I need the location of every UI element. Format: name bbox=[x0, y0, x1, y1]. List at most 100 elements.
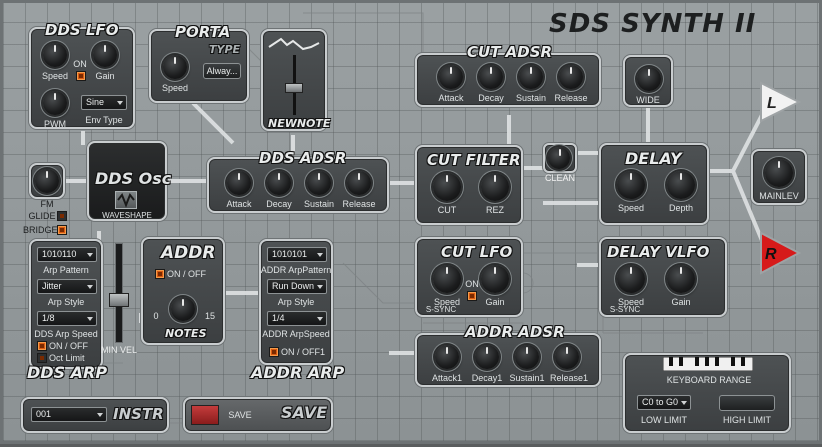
dds-lfo-title: DDS LFO bbox=[45, 21, 119, 39]
wide-label: WIDE bbox=[636, 95, 660, 105]
instr-select[interactable]: 001 bbox=[31, 407, 107, 422]
env-type-label: Env Type bbox=[85, 115, 123, 125]
cut-decay-label: Decay bbox=[478, 93, 504, 103]
addr-style-label: Arp Style bbox=[277, 297, 315, 307]
addr-pattern-select[interactable]: 1010101 bbox=[267, 247, 327, 262]
cut-lfo-gain-label: Gain bbox=[485, 297, 505, 307]
dds-arp-panel: 1010110 Arp Pattern Jitter Arp Style 1/8… bbox=[29, 239, 103, 369]
addr-arp-on-label: ON / OFF1 bbox=[281, 347, 326, 357]
delay-vlfo-gain-label: Gain bbox=[671, 297, 691, 307]
min-vel-fader-handle[interactable] bbox=[109, 293, 129, 307]
synth-window: SDS SYNTH II DDS LFO Speed ON Gain PWM S… bbox=[0, 0, 822, 444]
dds-sustain-knob[interactable] bbox=[307, 171, 331, 195]
mainlev-knob[interactable] bbox=[765, 159, 793, 187]
cut-lfo-speed-knob[interactable] bbox=[433, 265, 461, 293]
dds-release-knob[interactable] bbox=[347, 171, 371, 195]
cut-lfo-on-label: ON bbox=[465, 279, 479, 289]
cut-sustain-label: Sustain bbox=[515, 93, 547, 103]
oct-limit-label: Oct Limit bbox=[49, 353, 85, 363]
glide-toggle[interactable] bbox=[57, 211, 67, 221]
high-limit-select[interactable] bbox=[719, 395, 775, 411]
keyboard-range-panel: KEYBOARD RANGE C0 to G0 LOW LIMIT HIGH L… bbox=[623, 353, 791, 433]
addr-style-select[interactable]: Run Down bbox=[267, 279, 327, 294]
clean-knob[interactable] bbox=[548, 147, 570, 169]
svg-text:L: L bbox=[767, 95, 777, 112]
newnote-panel: NEWNOTE bbox=[261, 29, 330, 131]
arp-speed-select[interactable]: 1/8 bbox=[37, 311, 97, 326]
addr-sustain-knob[interactable] bbox=[515, 345, 539, 369]
waveshape-label: WAVESHAPE bbox=[102, 211, 152, 220]
delay-depth-label: Depth bbox=[668, 203, 694, 213]
app-title: SDS SYNTH II bbox=[549, 9, 757, 39]
addr-sustain-label: Sustain1 bbox=[509, 373, 545, 383]
arp-style-select[interactable]: Jitter bbox=[37, 279, 97, 294]
clean-panel bbox=[543, 143, 577, 173]
addr-panel: ADDR ON / OFF 0 15 NOTES bbox=[141, 237, 225, 345]
cut-release-label: Release bbox=[554, 93, 588, 103]
addr-release-label: Release1 bbox=[549, 373, 589, 383]
addr-title: ADDR bbox=[161, 243, 216, 263]
porta-type-button[interactable]: Alway... bbox=[203, 63, 241, 79]
instr-title: INSTR bbox=[113, 405, 164, 423]
addr-attack-knob[interactable] bbox=[435, 345, 459, 369]
bridge-toggle[interactable] bbox=[57, 225, 67, 235]
low-limit-select[interactable]: C0 to G0 bbox=[637, 395, 691, 410]
delay-vlfo-title: DELAY VLFO bbox=[607, 243, 710, 261]
dds-lfo-speed-knob[interactable] bbox=[43, 43, 67, 67]
dds-decay-knob[interactable] bbox=[267, 171, 291, 195]
cut-attack-knob[interactable] bbox=[439, 65, 463, 89]
porta-type-title: TYPE bbox=[209, 43, 241, 56]
dds-lfo-pwm-knob[interactable] bbox=[43, 91, 67, 115]
delay-depth-knob[interactable] bbox=[667, 171, 695, 199]
delay-panel: DELAY Speed Depth bbox=[599, 143, 709, 225]
delay-vlfo-speed-knob[interactable] bbox=[617, 265, 645, 293]
fm-panel bbox=[29, 163, 65, 199]
addr-notes-knob[interactable] bbox=[171, 297, 195, 321]
high-limit-label: HIGH LIMIT bbox=[722, 415, 771, 425]
cut-knob[interactable] bbox=[433, 173, 461, 201]
waveshape-selector[interactable] bbox=[115, 191, 137, 209]
delay-speed-label: Speed bbox=[617, 203, 645, 213]
cut-decay-knob[interactable] bbox=[479, 65, 503, 89]
cut-lfo-gain-knob[interactable] bbox=[481, 265, 509, 293]
dds-osc-title: DDS Osc bbox=[95, 169, 172, 188]
rez-knob[interactable] bbox=[481, 173, 509, 201]
addr-decay-knob[interactable] bbox=[475, 345, 499, 369]
dds-adsr-panel: DDS ADSR Attack Decay Sustain Release bbox=[207, 149, 389, 213]
dds-lfo-on-toggle[interactable] bbox=[76, 71, 86, 81]
cut-release-knob[interactable] bbox=[559, 65, 583, 89]
addr-speed-select[interactable]: 1/4 bbox=[267, 311, 327, 326]
fm-knob[interactable] bbox=[35, 169, 59, 193]
fm-label: FM bbox=[40, 199, 54, 209]
dds-lfo-pwm-label: PWM bbox=[44, 119, 66, 129]
porta-speed-label: Speed bbox=[161, 83, 189, 93]
right-output-icon[interactable]: R bbox=[757, 229, 803, 277]
left-output-icon[interactable]: L bbox=[757, 79, 803, 125]
dds-lfo-gain-knob[interactable] bbox=[93, 43, 117, 67]
save-button[interactable] bbox=[191, 405, 219, 425]
addr-on-toggle[interactable] bbox=[155, 269, 165, 279]
addr-release-knob[interactable] bbox=[555, 345, 579, 369]
cut-filter-panel: CUT FILTER CUT REZ bbox=[415, 145, 523, 225]
cut-sustain-knob[interactable] bbox=[519, 65, 543, 89]
arp-pattern-select[interactable]: 1010110 bbox=[37, 247, 97, 262]
porta-speed-knob[interactable] bbox=[163, 55, 187, 79]
dds-release-label: Release bbox=[342, 199, 376, 209]
env-type-select[interactable]: Sine bbox=[81, 95, 127, 110]
delay-vlfo-gain-knob[interactable] bbox=[667, 265, 695, 293]
addr-arp-title: ADDR ARP bbox=[251, 363, 345, 382]
addr-notes-title: NOTES bbox=[165, 327, 207, 340]
oct-limit-toggle[interactable] bbox=[37, 353, 47, 363]
newnote-fader-handle[interactable] bbox=[285, 83, 303, 93]
arp-pattern-label: Arp Pattern bbox=[43, 265, 89, 275]
keyboard-range-label: KEYBOARD RANGE bbox=[666, 375, 752, 385]
addr-arp-on-toggle[interactable] bbox=[269, 347, 279, 357]
wide-knob[interactable] bbox=[637, 67, 661, 91]
dds-arp-on-toggle[interactable] bbox=[37, 341, 47, 351]
save-small-label: SAVE bbox=[228, 410, 252, 420]
cut-label: CUT bbox=[437, 205, 457, 215]
dds-attack-knob[interactable] bbox=[227, 171, 251, 195]
rez-label: REZ bbox=[486, 205, 504, 215]
delay-speed-knob[interactable] bbox=[617, 171, 645, 199]
dds-lfo-speed-label: Speed bbox=[41, 71, 69, 81]
